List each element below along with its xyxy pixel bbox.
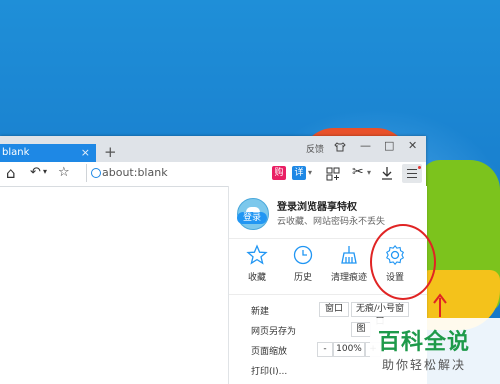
annotation-arrow-icon	[433, 293, 447, 317]
watermark-subtitle: 助你轻松解决	[382, 358, 467, 372]
history-label: 历史	[293, 273, 312, 283]
annotation-circle	[370, 224, 436, 300]
watermark: 百科全说 助你轻松解决	[370, 318, 500, 384]
address-text[interactable]: about:blank	[102, 166, 168, 179]
new-label: 新建	[251, 307, 270, 317]
maximize-button[interactable]: □	[384, 139, 394, 152]
history-button[interactable]: 历史	[283, 244, 323, 283]
badge-dropdown-icon[interactable]: ▾	[308, 168, 312, 177]
feedback-button[interactable]: 反馈	[306, 142, 324, 155]
tab-blank[interactable]: blank ×	[0, 144, 96, 162]
star-icon[interactable]: ☆	[58, 165, 70, 180]
login-title[interactable]: 登录浏览器享特权	[277, 198, 357, 213]
clear-traces-label: 清理痕迹	[330, 273, 367, 283]
home-icon[interactable]: ⌂	[6, 164, 16, 182]
globe-icon	[91, 168, 101, 178]
tab-strip: blank × + 反馈 — □ ✕	[0, 136, 426, 162]
zoom-out-button[interactable]: -	[317, 342, 333, 357]
save-as-image-button[interactable]: 图	[351, 322, 371, 337]
menu-icon	[407, 169, 417, 170]
watermark-title: 百科全说	[378, 330, 471, 355]
tab-close-icon[interactable]: ×	[81, 144, 90, 162]
new-window-button[interactable]: 窗口	[319, 302, 349, 317]
favorites-button[interactable]: 收藏	[237, 244, 277, 283]
save-as-label: 网页另存为	[251, 327, 297, 337]
clear-traces-button[interactable]: 清理痕迹	[329, 244, 369, 283]
login-subtitle: 云收藏、网站密码永不丢失	[277, 217, 386, 227]
clock-icon	[293, 245, 313, 265]
new-incognito-button[interactable]: 无痕/小号窗口	[351, 302, 409, 327]
favorites-label: 收藏	[247, 273, 266, 283]
detail-badge-icon[interactable]: 详	[292, 166, 306, 180]
address-bar[interactable]: about:blank	[86, 164, 265, 182]
star-icon	[246, 244, 268, 265]
broom-icon	[341, 246, 357, 264]
undo-icon[interactable]: ↶	[30, 165, 41, 180]
scissors-icon[interactable]: ✂	[352, 164, 364, 180]
new-tab-button[interactable]: +	[104, 143, 117, 161]
login-button[interactable]: 登录	[237, 212, 267, 224]
tab-title: blank	[2, 147, 30, 158]
download-icon[interactable]	[380, 166, 394, 181]
scissors-dropdown-icon[interactable]: ▾	[367, 168, 371, 177]
shopping-badge-icon[interactable]: 购	[272, 166, 286, 180]
undo-dropdown-icon[interactable]: ▾	[43, 167, 47, 176]
grid-icon[interactable]	[326, 167, 340, 181]
browser-window: blank × + 反馈 — □ ✕ ⌂ ↶ ▾ ☆ about:blank 购…	[0, 136, 427, 384]
notification-dot	[418, 166, 421, 169]
shirt-icon[interactable]	[334, 142, 346, 152]
zoom-value: 100%	[333, 342, 365, 357]
menu-button[interactable]	[402, 164, 422, 183]
toolbar: ⌂ ↶ ▾ ☆ about:blank 购 详 ▾ ✂ ▾	[0, 162, 426, 187]
close-button[interactable]: ✕	[408, 139, 417, 152]
print-item[interactable]: 打印(I)...	[251, 364, 287, 377]
minimize-button[interactable]: —	[360, 139, 371, 152]
zoom-label: 页面缩放	[251, 347, 288, 357]
